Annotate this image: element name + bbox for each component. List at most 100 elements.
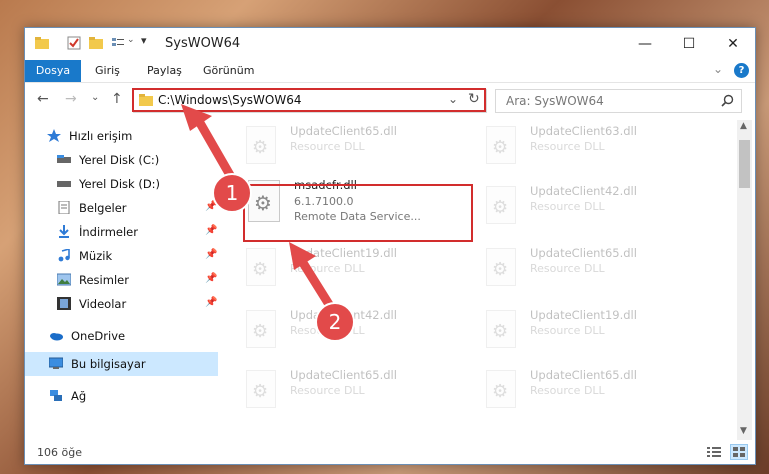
minimize-icon: — bbox=[638, 36, 652, 52]
sidebar-item-label: Bu bilgisayar bbox=[71, 357, 146, 371]
file-type: Resource DLL bbox=[530, 324, 605, 337]
new-folder-icon[interactable] bbox=[89, 36, 103, 50]
cloud-icon bbox=[50, 333, 63, 341]
explorer-window: ⌄ ▾ SysWOW64 — ☐ ✕ Dosya Giriş Paylaş Gö… bbox=[24, 27, 756, 465]
documents-icon bbox=[58, 201, 70, 214]
vertical-scrollbar[interactable]: ▲ ▼ bbox=[737, 120, 752, 440]
properties-icon[interactable] bbox=[67, 36, 81, 50]
gear-icon: ⚙ bbox=[492, 137, 509, 158]
dll-file-icon: ⚙ bbox=[486, 248, 516, 286]
file-name: UpdateClient42.dll bbox=[530, 184, 637, 198]
pin-icon: 📌 bbox=[205, 249, 218, 260]
dll-file-icon: ⚙ bbox=[246, 248, 276, 286]
file-type: Resource DLL bbox=[530, 262, 605, 275]
pin-icon: 📌 bbox=[205, 225, 218, 236]
view-options-icon[interactable] bbox=[111, 36, 125, 50]
sidebar-item-label: Yerel Disk (D:) bbox=[79, 177, 161, 191]
search-box[interactable]: Ara: SysWOW64 bbox=[495, 89, 742, 113]
gear-icon: ⚙ bbox=[492, 197, 509, 218]
expand-ribbon-icon[interactable]: ⌄ bbox=[713, 62, 723, 76]
sidebar-item-network[interactable]: Ağ bbox=[25, 384, 218, 408]
sidebar-item-label: Ağ bbox=[71, 389, 87, 403]
file-item[interactable]: ⚙ UpdateClient65.dll Resource DLL bbox=[468, 242, 693, 290]
file-type: Resource DLL bbox=[290, 262, 365, 275]
sidebar-item-quick-access[interactable]: Hızlı erişim bbox=[25, 124, 218, 148]
up-button[interactable]: ↑ bbox=[111, 91, 123, 107]
sidebar-item-this-pc[interactable]: Bu bilgisayar bbox=[25, 352, 218, 376]
close-button[interactable]: ✕ bbox=[711, 28, 755, 60]
sidebar-item-label: Videolar bbox=[79, 297, 127, 311]
help-icon[interactable]: ? bbox=[734, 63, 749, 78]
navigation-bar: ← → ⌄ ↑ C:\Windows\SysWOW64 ⌄ ↻ Ara: Sys… bbox=[25, 83, 755, 117]
computer-icon bbox=[49, 357, 63, 369]
title-bar: ⌄ ▾ SysWOW64 — ☐ ✕ bbox=[25, 28, 755, 60]
file-item[interactable]: ⚙ UpdateClient65.dll Resource DLL bbox=[228, 120, 453, 168]
address-highlight-box bbox=[132, 88, 486, 112]
folder-icon[interactable] bbox=[35, 36, 49, 50]
videos-icon bbox=[57, 297, 71, 310]
file-type: Resource DLL bbox=[530, 200, 605, 213]
tab-file[interactable]: Dosya bbox=[25, 60, 81, 82]
sidebar-item-local-disk-d[interactable]: Yerel Disk (D:) bbox=[25, 172, 218, 196]
pin-icon: 📌 bbox=[205, 273, 218, 284]
sidebar-item-videos[interactable]: Videolar 📌 bbox=[25, 292, 218, 316]
gear-icon: ⚙ bbox=[252, 137, 269, 158]
tab-view[interactable]: Görünüm bbox=[203, 60, 254, 82]
sidebar-item-local-disk-c[interactable]: Yerel Disk (C:) bbox=[25, 148, 218, 172]
qa-customize-icon[interactable]: ▾ bbox=[141, 34, 147, 47]
gear-icon: ⚙ bbox=[252, 321, 269, 342]
details-view-icon[interactable] bbox=[706, 445, 722, 459]
sidebar-item-pictures[interactable]: Resimler 📌 bbox=[25, 268, 218, 292]
pin-icon: 📌 bbox=[205, 297, 218, 308]
drive-icon bbox=[57, 155, 71, 163]
forward-button[interactable]: → bbox=[65, 91, 77, 107]
recent-locations-button[interactable]: ⌄ bbox=[91, 92, 99, 103]
search-placeholder: Ara: SysWOW64 bbox=[506, 94, 604, 108]
sidebar-item-label: İndirmeler bbox=[79, 225, 138, 239]
gear-icon: ⚙ bbox=[492, 259, 509, 280]
scrollbar-thumb[interactable] bbox=[739, 140, 750, 188]
maximize-button[interactable]: ☐ bbox=[667, 28, 711, 60]
file-item[interactable]: ⚙ UpdateClient42.dll Resource DLL bbox=[468, 180, 693, 228]
scroll-up-icon[interactable]: ▲ bbox=[740, 121, 747, 131]
file-item[interactable]: ⚙ UpdateClient65.dll Resource DLL bbox=[228, 364, 453, 412]
file-highlight-box bbox=[243, 184, 473, 242]
sidebar-item-label: Belgeler bbox=[79, 201, 127, 215]
search-icon[interactable] bbox=[721, 94, 734, 107]
sidebar-item-label: Hızlı erişim bbox=[69, 129, 133, 143]
file-name: UpdateClient65.dll bbox=[530, 368, 637, 382]
sidebar-item-onedrive[interactable]: OneDrive bbox=[25, 324, 218, 348]
file-type: Resource DLL bbox=[290, 384, 365, 397]
downloads-icon bbox=[59, 225, 69, 238]
step-badge-2: 2 bbox=[315, 302, 355, 342]
tiles-view-icon[interactable] bbox=[730, 444, 748, 460]
file-type: Resource DLL bbox=[530, 384, 605, 397]
gear-icon: ⚙ bbox=[252, 381, 269, 402]
sidebar-item-label: Yerel Disk (C:) bbox=[79, 153, 160, 167]
file-name: UpdateClient65.dll bbox=[290, 124, 397, 138]
file-item[interactable]: ⚙ UpdateClient19.dll Resource DLL bbox=[468, 304, 693, 352]
back-button[interactable]: ← bbox=[37, 91, 49, 107]
file-item[interactable]: ⚙ UpdateClient63.dll Resource DLL bbox=[468, 120, 693, 168]
tab-share[interactable]: Paylaş bbox=[147, 60, 182, 82]
file-list: ⚙ UpdateClient65.dll Resource DLL ⚙ Upda… bbox=[228, 120, 733, 438]
qa-dropdown-icon[interactable]: ⌄ bbox=[127, 35, 135, 45]
sidebar-item-documents[interactable]: Belgeler 📌 bbox=[25, 196, 218, 220]
network-icon bbox=[50, 390, 62, 401]
sidebar-item-label: Müzik bbox=[79, 249, 113, 263]
sidebar-item-downloads[interactable]: İndirmeler 📌 bbox=[25, 220, 218, 244]
sidebar-item-music[interactable]: Müzik 📌 bbox=[25, 244, 218, 268]
drive-icon bbox=[57, 181, 71, 187]
file-name: UpdateClient19.dll bbox=[530, 308, 637, 322]
step-badge-1: 1 bbox=[212, 173, 252, 213]
maximize-icon: ☐ bbox=[682, 36, 696, 52]
file-item[interactable]: ⚙ UpdateClient65.dll Resource DLL bbox=[468, 364, 693, 412]
file-type: Resource DLL bbox=[290, 140, 365, 153]
tab-home[interactable]: Giriş bbox=[95, 60, 120, 82]
dll-file-icon: ⚙ bbox=[486, 186, 516, 224]
scroll-down-icon[interactable]: ▼ bbox=[740, 426, 747, 436]
file-item[interactable]: ⚙ UpdateClient19.dll Resource DLL bbox=[228, 242, 453, 290]
pictures-icon bbox=[57, 273, 71, 286]
status-bar: 106 öğe bbox=[25, 440, 755, 464]
minimize-button[interactable]: — bbox=[623, 28, 667, 60]
